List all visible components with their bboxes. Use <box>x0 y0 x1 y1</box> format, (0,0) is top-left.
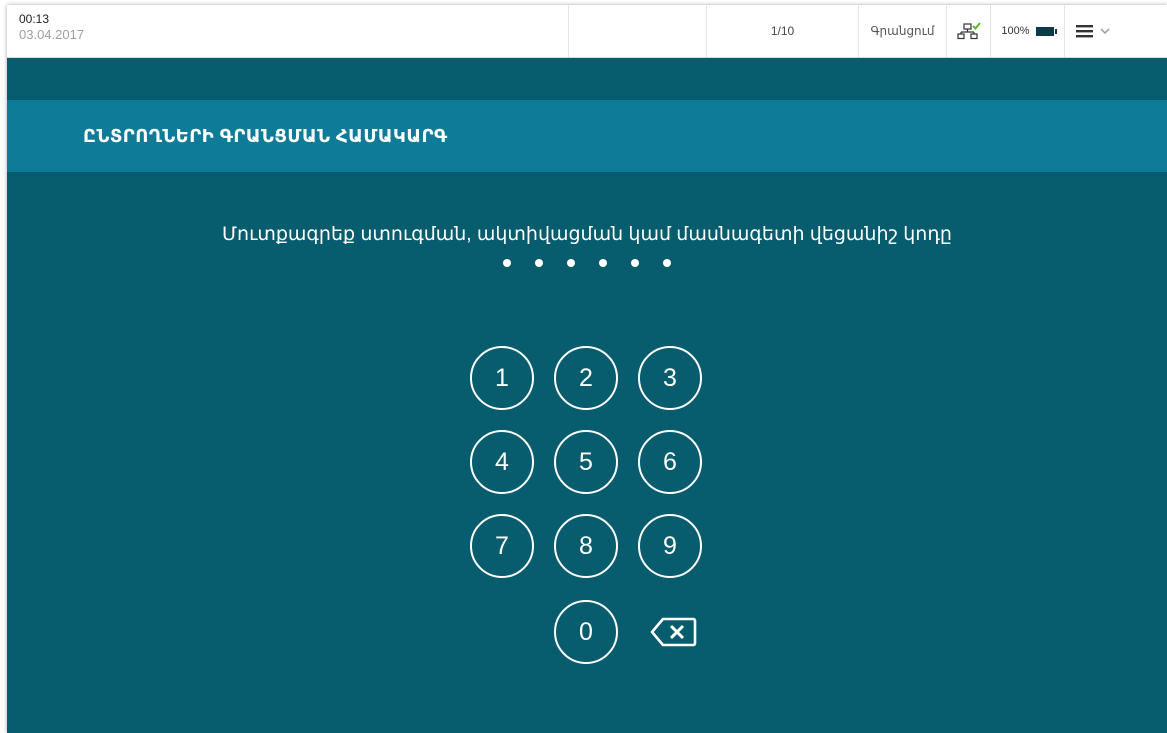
backspace-button[interactable] <box>647 612 699 652</box>
key-7[interactable]: 7 <box>470 514 534 578</box>
key-8[interactable]: 8 <box>554 514 618 578</box>
key-4[interactable]: 4 <box>470 430 534 494</box>
app-window: 00:13 03.04.2017 1/10 Գրանցում 100% ԸՆՏՐ… <box>7 5 1167 733</box>
key-5[interactable]: 5 <box>554 430 618 494</box>
key-9[interactable]: 9 <box>638 514 702 578</box>
key-2[interactable]: 2 <box>554 346 618 410</box>
backspace-icon <box>650 617 697 647</box>
key-1[interactable]: 1 <box>470 346 534 410</box>
key-0[interactable]: 0 <box>554 600 618 664</box>
key-6[interactable]: 6 <box>638 430 702 494</box>
key-3[interactable]: 3 <box>638 346 702 410</box>
numeric-keypad: 1 2 3 4 5 6 7 8 9 0 <box>7 5 1167 733</box>
